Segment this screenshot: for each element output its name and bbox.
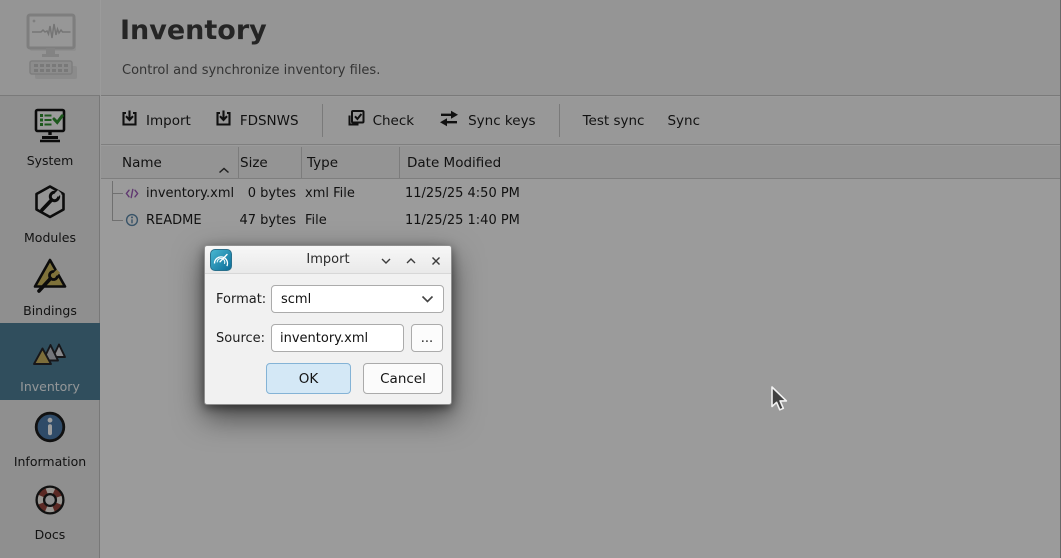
browse-button-label: ... bbox=[421, 331, 433, 346]
source-input[interactable] bbox=[271, 324, 404, 352]
format-selected-value: scml bbox=[281, 292, 311, 307]
application-window: System Modules bbox=[0, 0, 1061, 558]
collapse-button[interactable] bbox=[379, 254, 392, 267]
cancel-button-label: Cancel bbox=[380, 371, 426, 387]
modal-dim-overlay bbox=[0, 0, 1061, 558]
dialog-window-controls bbox=[379, 254, 442, 267]
browse-button[interactable]: ... bbox=[411, 324, 443, 352]
format-label: Format: bbox=[216, 292, 266, 307]
dialog-titlebar[interactable]: Import bbox=[205, 246, 451, 274]
close-icon[interactable] bbox=[429, 254, 442, 267]
source-label: Source: bbox=[216, 331, 265, 346]
cancel-button[interactable]: Cancel bbox=[363, 363, 443, 394]
mouse-cursor bbox=[770, 386, 792, 417]
import-dialog: Import Format: bbox=[204, 245, 452, 405]
expand-button[interactable] bbox=[404, 254, 417, 267]
ok-button-label: OK bbox=[299, 371, 318, 387]
chevron-down-icon bbox=[421, 292, 434, 307]
format-select[interactable]: scml bbox=[271, 285, 444, 313]
ok-button[interactable]: OK bbox=[266, 363, 351, 394]
